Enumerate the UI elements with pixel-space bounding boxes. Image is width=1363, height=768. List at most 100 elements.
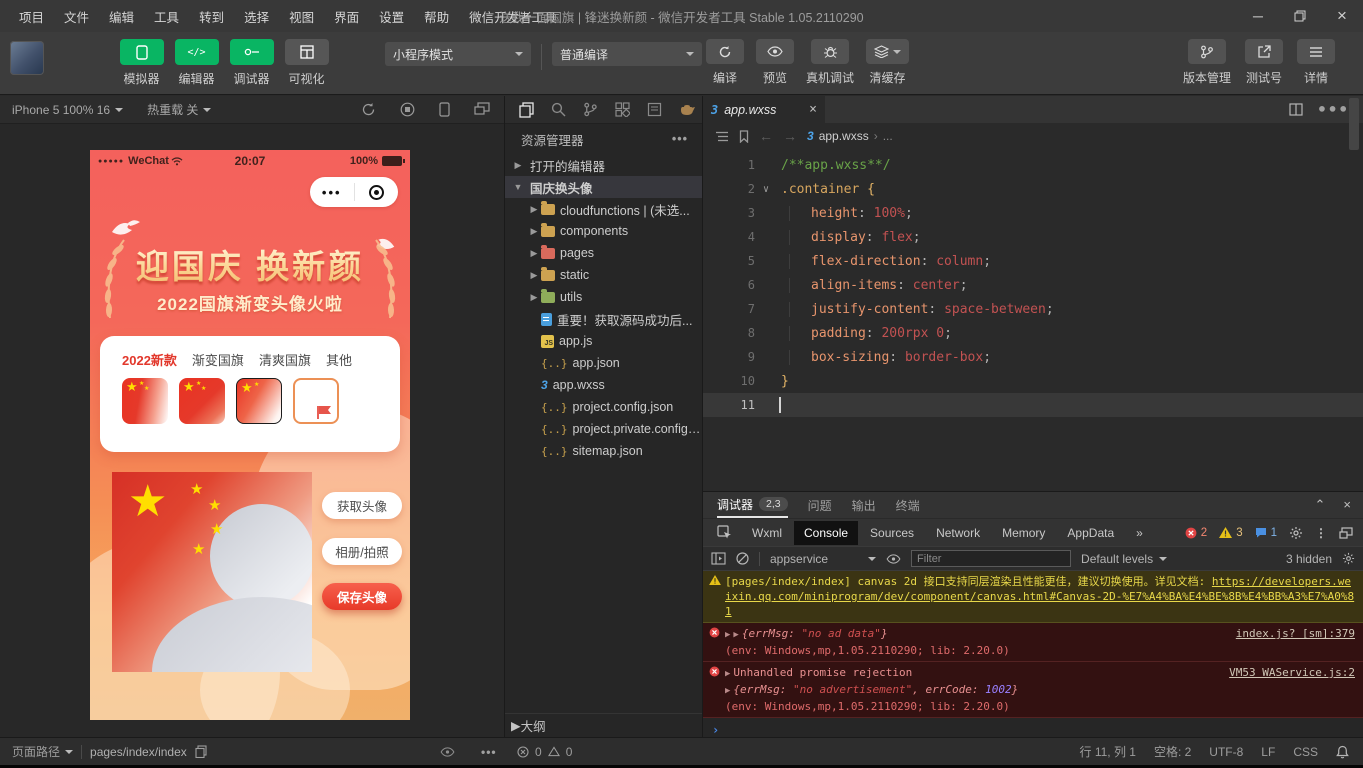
split-editor-icon[interactable] <box>1289 103 1303 116</box>
tree-folder-components[interactable]: ▶components <box>505 220 702 242</box>
code-area[interactable]: 1/**app.wxss**/ 2∨.container { 3height: … <box>703 149 1363 417</box>
devtool-tab-sources[interactable]: Sources <box>860 521 924 545</box>
rotate-icon[interactable] <box>361 102 376 117</box>
menu-file[interactable]: 文件 <box>55 3 98 30</box>
collapse-panel-icon[interactable]: ⌃ <box>1315 497 1326 513</box>
hot-reload-toggle[interactable]: 热重载 关 <box>135 101 223 118</box>
notifications-bell-icon[interactable] <box>1336 745 1349 759</box>
copy-path-icon[interactable] <box>195 745 207 758</box>
device-select[interactable]: iPhone 5 100% 16 <box>0 103 135 117</box>
close-tab-icon[interactable]: × <box>809 102 817 117</box>
details-button[interactable]: 详情 <box>1297 39 1335 86</box>
compile-select[interactable]: 普通编译 <box>552 42 702 66</box>
info-count[interactable]: 1 <box>1255 527 1277 539</box>
devtool-tab-network[interactable]: Network <box>926 521 990 545</box>
preview-button[interactable]: 预览 <box>756 39 794 86</box>
inspect-icon[interactable] <box>709 525 740 540</box>
phone-frame-icon[interactable] <box>439 102 450 117</box>
log-levels-select[interactable]: Default levels <box>1081 552 1167 566</box>
menu-devtools[interactable]: 微信开发者工具 <box>460 3 566 30</box>
problems-indicator[interactable]: 0 0 <box>517 738 572 765</box>
devtool-tab-console[interactable]: Console <box>794 521 858 545</box>
npm-icon[interactable] <box>647 102 662 117</box>
album-camera-button[interactable]: 相册/拍照 <box>322 538 402 565</box>
devtool-tabs-more[interactable]: » <box>1126 521 1153 545</box>
error-count[interactable]: 2 <box>1185 527 1207 539</box>
get-avatar-button[interactable]: 获取头像 <box>322 492 402 519</box>
menu-project[interactable]: 项目 <box>10 3 53 30</box>
console-settings-icon[interactable] <box>1342 552 1355 565</box>
console-prompt[interactable]: › <box>703 718 1363 737</box>
tab-debugger[interactable]: 调试器 2,3 <box>717 492 788 518</box>
devtool-tab-appdata[interactable]: AppData <box>1057 521 1124 545</box>
record-icon[interactable] <box>400 102 415 117</box>
error-source-link[interactable]: VM53 WAService.js:2 <box>1229 665 1355 714</box>
compile-button[interactable]: 编译 <box>706 39 744 86</box>
teapot-icon[interactable] <box>679 103 696 116</box>
simulator-toggle-button[interactable]: 模拟器 <box>118 39 165 87</box>
nav-forward-icon[interactable]: → <box>783 128 797 144</box>
multi-window-icon[interactable] <box>474 102 490 117</box>
flag-style-1[interactable]: ★★★ <box>122 378 168 424</box>
indent-setting[interactable]: 空格: 2 <box>1154 743 1191 760</box>
files-icon[interactable] <box>519 102 534 118</box>
tab-output[interactable]: 输出 <box>852 492 876 518</box>
undock-icon[interactable] <box>1339 527 1353 539</box>
console-warning-row[interactable]: [pages/index/index] canvas 2d 接口支持同层渲染且性… <box>703 571 1363 623</box>
outline-section[interactable]: ▶大纲 <box>505 713 702 737</box>
source-control-icon[interactable] <box>583 102 598 117</box>
tree-file-project-private-config[interactable]: {..}project.private.config.js... <box>505 418 702 440</box>
clear-cache-button[interactable]: 清缓存 <box>866 39 909 86</box>
devtool-tab-wxml[interactable]: Wxml <box>742 521 792 545</box>
save-avatar-button[interactable]: 保存头像 <box>322 583 402 610</box>
menu-goto[interactable]: 转到 <box>190 3 233 30</box>
tab-gradient-flag[interactable]: 渐变国旗 <box>192 350 244 369</box>
console-error-row[interactable]: ▶Unhandled promise rejection ▶{errMsg: "… <box>703 662 1363 718</box>
mode-select[interactable]: 小程序模式 <box>385 42 531 66</box>
tree-folder-static[interactable]: ▶static <box>505 264 702 286</box>
tree-project-root[interactable]: ▼国庆换头像 <box>505 176 702 198</box>
devtool-tab-memory[interactable]: Memory <box>992 521 1055 545</box>
restore-icon[interactable] <box>1279 0 1321 32</box>
tab-other[interactable]: 其他 <box>326 350 352 369</box>
debugger-toggle-button[interactable]: 调试器 <box>228 39 275 87</box>
statusbar-more-icon[interactable]: ••• <box>481 745 497 759</box>
minimize-icon[interactable]: ─ <box>1237 0 1279 32</box>
menu-select[interactable]: 选择 <box>235 3 278 30</box>
error-source-link[interactable]: index.js? [sm]:379 <box>1236 626 1355 658</box>
menu-interface[interactable]: 界面 <box>325 3 368 30</box>
tree-open-editors[interactable]: ▶打开的编辑器 <box>505 154 702 176</box>
search-icon[interactable] <box>551 102 566 117</box>
capsule-home-icon[interactable] <box>355 185 399 200</box>
menu-help[interactable]: 帮助 <box>415 3 458 30</box>
tree-folder-pages[interactable]: ▶pages <box>505 242 702 264</box>
console-error-row[interactable]: ▶▶{errMsg: "no ad data"} (env: Windows,m… <box>703 623 1363 662</box>
editor-toggle-button[interactable]: </> 编辑器 <box>173 39 220 87</box>
editor-scrollbar[interactable] <box>1349 98 1359 150</box>
preview-eye-icon[interactable] <box>440 747 455 757</box>
tree-file-project-config[interactable]: {..}project.config.json <box>505 396 702 418</box>
user-avatar[interactable] <box>10 41 44 75</box>
flag-style-2[interactable]: ★★★ <box>179 378 225 424</box>
flag-style-4[interactable] <box>293 378 339 424</box>
extensions-icon[interactable] <box>615 102 630 117</box>
outline-list-icon[interactable] <box>715 131 729 142</box>
eol-setting[interactable]: LF <box>1261 745 1275 759</box>
bookmark-icon[interactable] <box>739 130 749 143</box>
menu-settings[interactable]: 设置 <box>370 3 413 30</box>
device-debug-button[interactable]: 真机调试 <box>806 39 854 86</box>
tree-file-readme[interactable]: 重要！获取源码成功后... <box>505 308 702 330</box>
menu-edit[interactable]: 编辑 <box>100 3 143 30</box>
test-account-button[interactable]: 测试号 <box>1245 39 1283 86</box>
menu-tools[interactable]: 工具 <box>145 3 188 30</box>
explorer-more-icon[interactable]: ••• <box>672 132 688 146</box>
encoding-setting[interactable]: UTF-8 <box>1209 745 1243 759</box>
cursor-position[interactable]: 行 11, 列 1 <box>1079 743 1135 760</box>
devtools-more-icon[interactable]: ⋮ <box>1315 526 1327 540</box>
console-eye-icon[interactable] <box>886 554 901 564</box>
devtools-settings-icon[interactable] <box>1289 526 1303 540</box>
version-manage-button[interactable]: 版本管理 <box>1183 39 1231 86</box>
tab-2022-new[interactable]: 2022新款 <box>122 350 177 369</box>
tree-file-sitemap[interactable]: {..}sitemap.json <box>505 440 702 462</box>
tree-folder-cloudfunctions[interactable]: ▶cloudfunctions | (未选... <box>505 198 702 220</box>
